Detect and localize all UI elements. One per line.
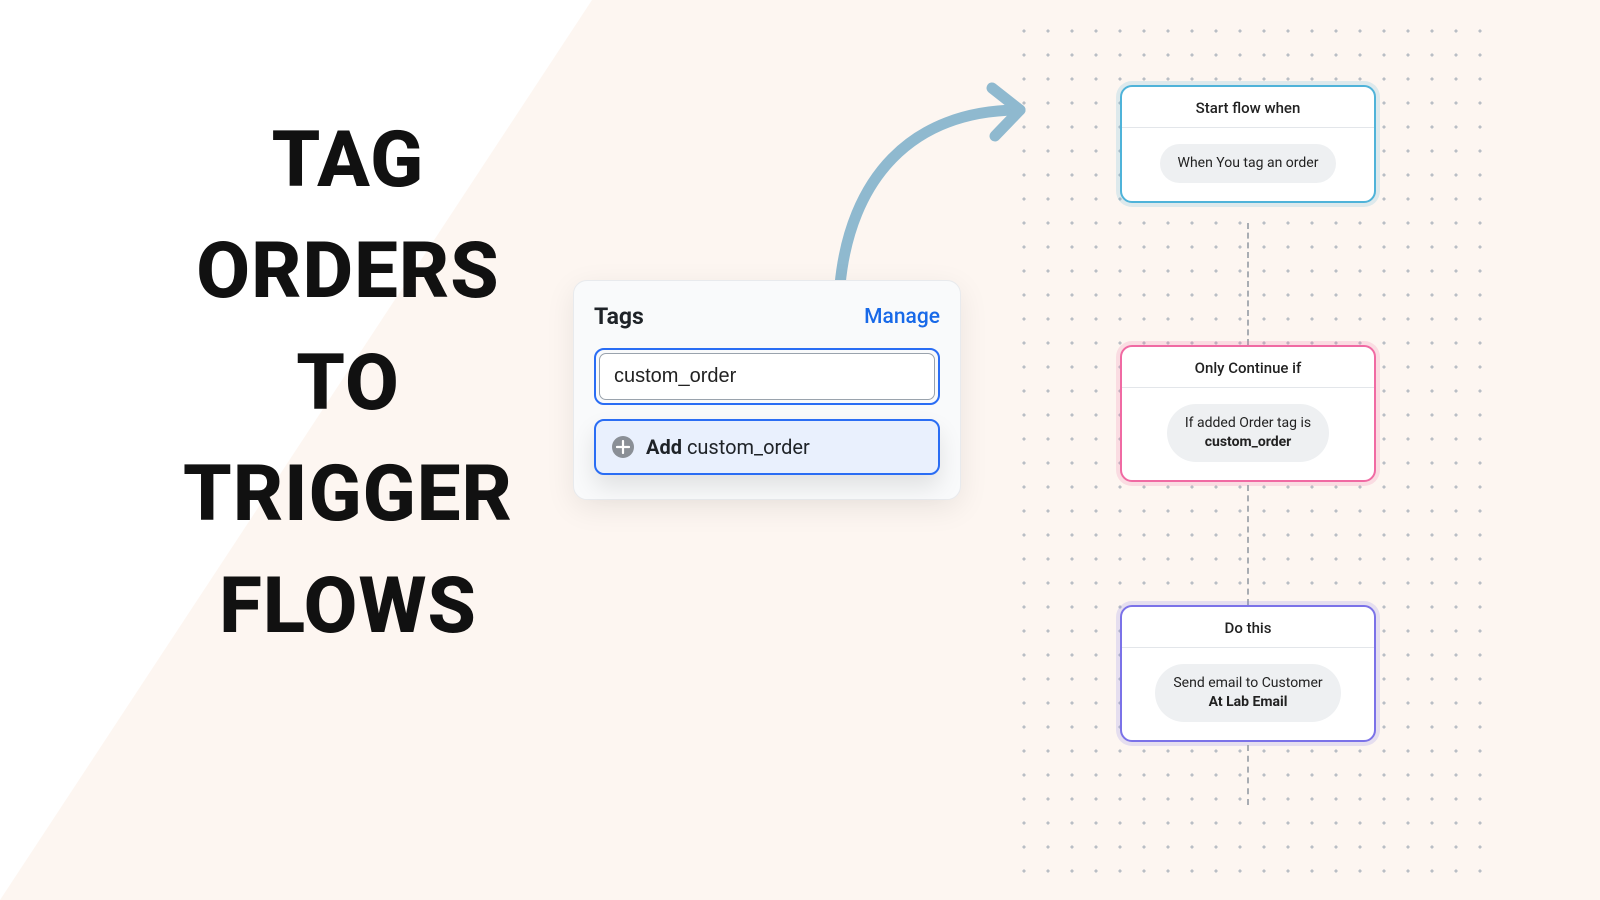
tag-input[interactable] [599,353,935,400]
manage-link[interactable]: Manage [864,305,940,329]
headline-line-1: TAG [163,110,533,211]
headline-line-3: TO [163,333,533,434]
connector-3 [1247,745,1249,805]
headline-line-5: FLOWS [163,556,533,657]
headline-line-2: ORDERS [163,221,533,322]
plus-circle-icon [612,436,634,458]
flow-node-action[interactable]: Do this Send email to Customer At Lab Em… [1120,605,1376,742]
flow-node-start-body: When You tag an order [1122,128,1374,201]
flow-node-start-header: Start flow when [1122,87,1374,128]
flow-node-action-pill: Send email to Customer At Lab Email [1155,664,1340,722]
flow-canvas: Start flow when When You tag an order On… [1008,15,1488,885]
tags-title: Tags [594,303,644,330]
flow-node-condition-pill: If added Order tag is custom_order [1167,404,1329,462]
connector-2 [1247,485,1249,605]
add-prefix: Add [646,435,682,459]
condition-bold: custom_order [1205,434,1292,450]
flow-node-action-header: Do this [1122,607,1374,648]
flow-node-condition-header: Only Continue if [1122,347,1374,388]
tag-input-focus-ring [594,348,940,405]
flow-node-start[interactable]: Start flow when When You tag an order [1120,85,1376,203]
flow-node-condition-body: If added Order tag is custom_order [1122,388,1374,480]
headline-line-4: TRIGGER [163,444,533,545]
add-tag-label: Add custom_order [646,435,810,459]
action-line1: Send email to Customer [1173,675,1322,691]
headline: TAG ORDERS TO TRIGGER FLOWS [163,110,533,667]
connector-1 [1247,223,1249,345]
add-value: custom_order [687,435,810,459]
action-bold: At Lab Email [1209,694,1288,710]
flow-node-start-pill: When You tag an order [1160,144,1337,183]
tags-card-header: Tags Manage [594,303,940,330]
tags-card: Tags Manage Add custom_order [573,280,961,500]
flow-node-action-body: Send email to Customer At Lab Email [1122,648,1374,740]
flow-node-condition[interactable]: Only Continue if If added Order tag is c… [1120,345,1376,482]
condition-line1: If added Order tag is [1185,415,1311,431]
add-tag-option[interactable]: Add custom_order [594,419,940,475]
